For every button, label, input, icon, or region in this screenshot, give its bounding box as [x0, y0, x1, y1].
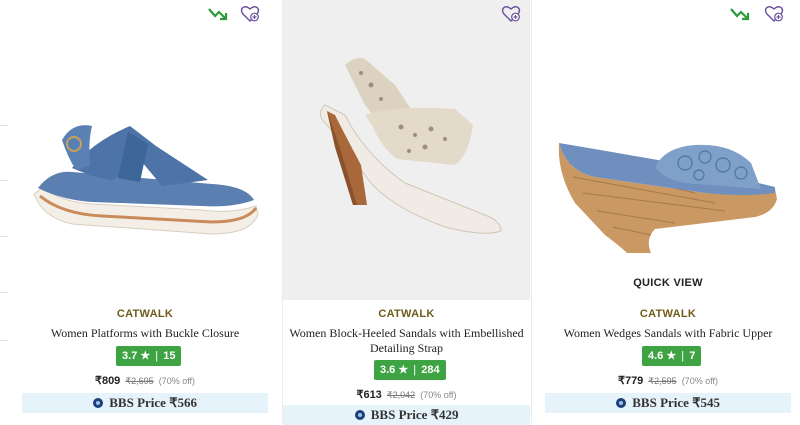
card-divider — [531, 0, 532, 423]
bbs-price: ₹545 — [692, 395, 720, 410]
mrp-price: ₹2,695 — [125, 376, 154, 386]
rating-separator: | — [155, 350, 159, 362]
bbs-price-bar: BBS Price ₹429 — [283, 405, 530, 425]
price-line: ₹809 ₹2,695 (70% off) — [20, 374, 270, 387]
product-card[interactable]: QUICK VIEW CATWALK Women Wedges Sandals … — [545, 0, 791, 423]
wishlist-heart-icon[interactable] — [764, 5, 784, 23]
selling-price: ₹779 — [617, 375, 644, 387]
product-card[interactable]: CATWALK Women Platforms with Buckle Clos… — [20, 0, 270, 423]
bbs-label: BBS Price — [370, 407, 428, 422]
trending-down-icon — [208, 8, 228, 21]
bbs-coin-icon — [354, 410, 365, 420]
bbs-price: ₹566 — [169, 395, 197, 410]
product-photo-platform-sandal — [33, 125, 259, 235]
wishlist-heart-icon[interactable] — [501, 5, 521, 23]
bbs-label: BBS Price — [632, 395, 689, 410]
rating-value: 4.6 — [648, 350, 664, 362]
rating-separator: | — [681, 350, 685, 362]
star-icon: ★ — [140, 350, 151, 362]
product-photo-block-heel-sandal — [320, 57, 502, 234]
product-image[interactable] — [283, 0, 530, 300]
rating-badge: 3.7 ★ | 15 — [116, 346, 182, 366]
review-count: 284 — [421, 364, 440, 376]
rating-separator: | — [413, 364, 417, 376]
review-count: 7 — [689, 350, 696, 362]
product-brand: CATWALK — [639, 308, 697, 320]
product-title[interactable]: Women Block-Heeled Sandals with Embellis… — [283, 326, 530, 356]
star-icon: ★ — [666, 350, 677, 362]
wishlist-heart-icon[interactable] — [240, 5, 260, 23]
side-divider-mark — [0, 236, 8, 237]
quick-view-button[interactable]: QUICK VIEW — [545, 277, 791, 289]
price-line: ₹613 ₹2,042 (70% off) — [283, 388, 530, 401]
bbs-price: ₹429 — [430, 407, 459, 422]
product-title[interactable]: Women Platforms with Buckle Closure — [20, 326, 270, 341]
review-count: 15 — [163, 350, 176, 362]
side-divider-mark — [0, 125, 8, 126]
product-card[interactable]: CATWALK Women Block-Heeled Sandals with … — [283, 0, 530, 425]
product-title[interactable]: Women Wedges Sandals with Fabric Upper — [545, 326, 791, 341]
trending-down-icon — [730, 8, 750, 21]
selling-price: ₹613 — [356, 389, 382, 401]
discount-text: (70% off) — [158, 376, 196, 386]
product-image[interactable] — [20, 0, 270, 300]
bbs-label: BBS Price — [109, 395, 166, 410]
discount-text: (70% off) — [420, 390, 457, 400]
side-divider-mark — [0, 340, 8, 341]
price-line: ₹779 ₹2,595 (70% off) — [545, 374, 791, 387]
product-brand: CATWALK — [116, 308, 174, 320]
rating-value: 3.6 — [380, 364, 396, 376]
side-divider-mark — [0, 292, 8, 293]
product-image[interactable] — [545, 0, 791, 300]
side-divider-mark — [0, 180, 8, 181]
rating-value: 3.7 — [122, 350, 138, 362]
mrp-price: ₹2,042 — [386, 390, 416, 400]
product-brand: CATWALK — [378, 308, 435, 320]
bbs-coin-icon — [616, 398, 627, 408]
discount-text: (70% off) — [681, 376, 719, 386]
bbs-price-bar: BBS Price ₹545 — [545, 393, 791, 413]
bbs-coin-icon — [93, 398, 104, 408]
selling-price: ₹809 — [94, 375, 121, 387]
product-photo-wedge-sandal — [558, 143, 777, 253]
mrp-price: ₹2,595 — [648, 376, 677, 386]
star-icon: ★ — [398, 364, 409, 376]
bbs-price-bar: BBS Price ₹566 — [22, 393, 268, 413]
rating-badge: 3.6 ★ | 284 — [374, 360, 446, 380]
rating-badge: 4.6 ★ | 7 — [642, 346, 702, 366]
